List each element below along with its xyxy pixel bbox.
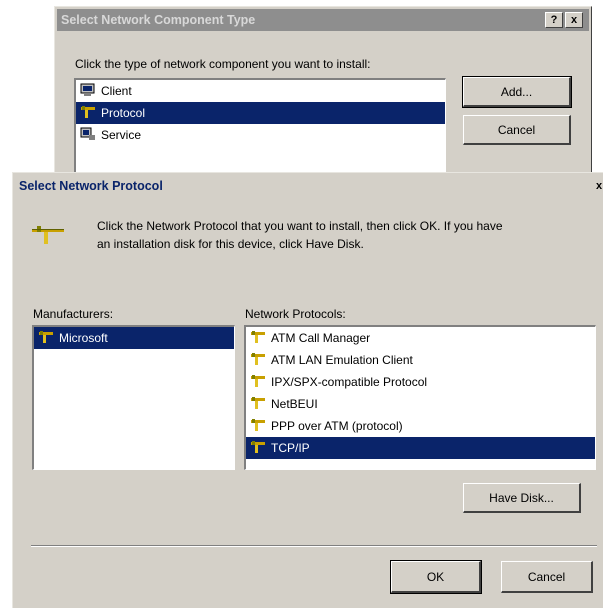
client-icon bbox=[80, 83, 96, 100]
protocol-icon bbox=[250, 352, 266, 369]
network-component-type-dialog: Select Network Component Type ? x Click … bbox=[54, 6, 592, 196]
close-button[interactable]: x bbox=[565, 12, 583, 28]
protocol-icon bbox=[250, 396, 266, 413]
list-item-netbeui[interactable]: NetBEUI bbox=[246, 393, 595, 415]
protocol-icon bbox=[250, 374, 266, 391]
component-dialog-title: Select Network Component Type bbox=[61, 13, 256, 27]
list-item-tcp-ip[interactable]: TCP/IP bbox=[246, 437, 595, 459]
list-item-label: Client bbox=[101, 84, 132, 98]
add-button[interactable]: Add... bbox=[462, 76, 572, 108]
protocol-icon bbox=[250, 330, 266, 347]
list-item-label: NetBEUI bbox=[271, 397, 318, 411]
cancel-button[interactable]: Cancel bbox=[501, 561, 593, 593]
list-item-microsoft[interactable]: Microsoft bbox=[34, 327, 234, 349]
close-button[interactable]: x bbox=[593, 178, 603, 194]
protocol-dialog-title: Select Network Protocol bbox=[19, 179, 163, 193]
ok-button-label: OK bbox=[426, 569, 445, 584]
have-disk-button-label: Have Disk... bbox=[489, 490, 554, 505]
network-protocols-label: Network Protocols: bbox=[245, 307, 346, 321]
list-item-protocol[interactable]: Protocol bbox=[76, 102, 445, 124]
cancel-button-label: Cancel bbox=[527, 569, 566, 584]
list-item-ipx-spx[interactable]: IPX/SPX-compatible Protocol bbox=[246, 371, 595, 393]
list-item-label: PPP over ATM (protocol) bbox=[271, 419, 403, 433]
have-disk-button[interactable]: Have Disk... bbox=[463, 483, 581, 513]
component-instruction: Click the type of network component you … bbox=[75, 57, 371, 71]
cancel-button[interactable]: Cancel bbox=[463, 115, 571, 145]
list-item-label: Microsoft bbox=[59, 331, 108, 345]
add-button-label: Add... bbox=[500, 84, 533, 99]
component-type-list[interactable]: Client Protocol Service bbox=[74, 78, 446, 178]
list-item-atm-call-manager[interactable]: ATM Call Manager bbox=[246, 327, 595, 349]
ok-button[interactable]: OK bbox=[390, 560, 482, 594]
protocol-icon bbox=[80, 105, 96, 122]
list-item-label: IPX/SPX-compatible Protocol bbox=[271, 375, 428, 389]
list-item-ppp-over-atm[interactable]: PPP over ATM (protocol) bbox=[246, 415, 595, 437]
manufacturers-list[interactable]: Microsoft bbox=[32, 325, 235, 470]
protocol-dialog-titlebar[interactable]: Select Network Protocol x bbox=[15, 175, 603, 197]
list-item-service[interactable]: Service bbox=[76, 124, 445, 146]
network-protocol-icon bbox=[31, 225, 65, 250]
list-item-atm-lan-emulation-client[interactable]: ATM LAN Emulation Client bbox=[246, 349, 595, 371]
protocol-icon bbox=[250, 440, 266, 457]
component-dialog-titlebar[interactable]: Select Network Component Type ? x bbox=[57, 9, 589, 31]
list-item-client[interactable]: Client bbox=[76, 80, 445, 102]
service-icon bbox=[80, 127, 96, 144]
list-item-label: Service bbox=[101, 128, 142, 142]
list-item-label: ATM Call Manager bbox=[271, 331, 371, 345]
protocol-instruction-line1: Click the Network Protocol that you want… bbox=[97, 219, 503, 233]
manufacturers-label: Manufacturers: bbox=[33, 307, 114, 321]
divider bbox=[31, 545, 597, 547]
select-network-protocol-dialog: Select Network Protocol x Click the Netw… bbox=[12, 172, 603, 608]
cancel-button-label: Cancel bbox=[497, 122, 536, 137]
protocol-icon bbox=[38, 330, 54, 347]
network-protocols-list[interactable]: ATM Call Manager ATM LAN Emulation Clien… bbox=[244, 325, 596, 470]
protocol-instruction-line2: an installation disk for this device, cl… bbox=[97, 237, 364, 251]
protocol-icon bbox=[250, 418, 266, 435]
list-item-label: Protocol bbox=[101, 106, 146, 120]
help-button[interactable]: ? bbox=[545, 12, 563, 28]
list-item-label: TCP/IP bbox=[271, 441, 310, 455]
list-item-label: ATM LAN Emulation Client bbox=[271, 353, 413, 367]
